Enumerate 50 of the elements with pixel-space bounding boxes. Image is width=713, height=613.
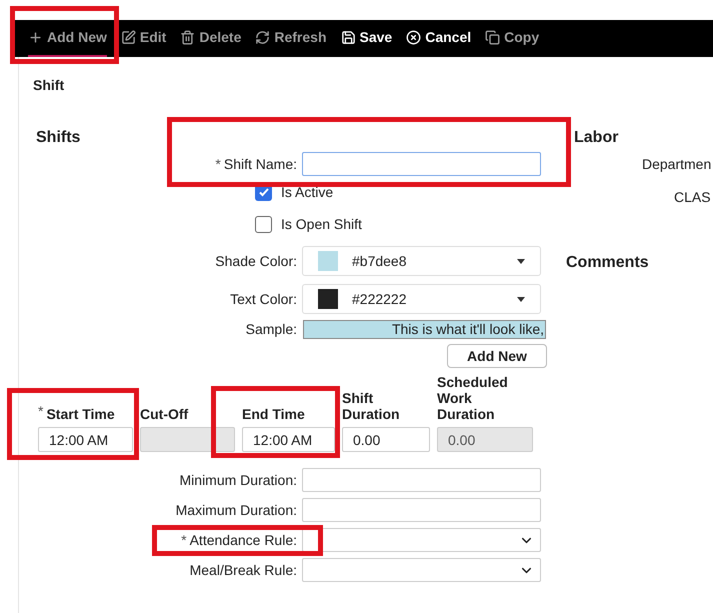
- add-new-button[interactable]: Add New: [447, 344, 547, 368]
- caret-icon: [517, 296, 525, 302]
- duration-input[interactable]: [302, 468, 541, 492]
- save-button[interactable]: Save: [340, 20, 392, 57]
- plus-icon: [28, 30, 43, 45]
- field-label: Meal/Break Rule:: [190, 562, 297, 578]
- field-label: Shade Color:: [214, 252, 297, 270]
- field-label: Maximum Duration:: [176, 502, 297, 518]
- required-asterisk: *: [38, 402, 44, 421]
- color-value: #b7dee8: [352, 252, 408, 270]
- copy-icon: [485, 30, 500, 45]
- checkbox-label: Is Open Shift: [281, 214, 362, 234]
- color-select[interactable]: #b7dee8: [302, 246, 541, 276]
- field-label: Minimum Duration:: [180, 472, 297, 488]
- shift-name-input[interactable]: [302, 152, 541, 176]
- pencil-icon: [120, 30, 136, 45]
- required-asterisk: *: [215, 156, 221, 172]
- section-heading: Labor: [574, 128, 620, 148]
- column-header: Start Time: [46, 406, 115, 422]
- section-heading: Comments: [566, 253, 650, 273]
- color-value: #222222: [352, 290, 408, 308]
- column-header: End Time: [242, 406, 305, 422]
- color-select[interactable]: #222222: [302, 284, 541, 314]
- column-header: Scheduled Work Duration: [437, 374, 509, 422]
- refresh-icon: [255, 30, 270, 45]
- time-input[interactable]: 12:00 AM: [242, 427, 335, 452]
- duration-input[interactable]: [302, 498, 541, 522]
- cancel-button[interactable]: Cancel: [406, 20, 472, 57]
- field-label: Shift Name:: [224, 156, 297, 172]
- field-label: Attendance Rule:: [190, 532, 297, 548]
- labor-label: Departmen: [642, 156, 712, 172]
- field-label: Sample:: [244, 320, 297, 339]
- trash-icon: [180, 30, 196, 45]
- labor-label: CLAS: [674, 189, 711, 205]
- time-input[interactable]: 0.00: [342, 427, 430, 452]
- circled-x-icon: [406, 30, 422, 45]
- time-input: 0.00: [437, 427, 533, 452]
- section-heading: Shifts: [35, 128, 82, 148]
- checkmark-icon: [258, 186, 270, 198]
- column-header: Cut-Off: [140, 406, 188, 422]
- time-input[interactable]: 12:00 AM: [38, 427, 133, 452]
- required-asterisk: *: [181, 532, 187, 548]
- page-title: Shift: [32, 76, 66, 95]
- rule-select[interactable]: [302, 528, 541, 552]
- checkbox[interactable]: [255, 216, 272, 232]
- column-header: Shift Duration: [342, 390, 401, 422]
- checkbox-label: Is Active: [281, 182, 334, 202]
- field-label: Text Color:: [229, 290, 297, 308]
- caret-icon: [517, 258, 525, 264]
- sample-preview: This is what it'll look like,: [303, 320, 546, 339]
